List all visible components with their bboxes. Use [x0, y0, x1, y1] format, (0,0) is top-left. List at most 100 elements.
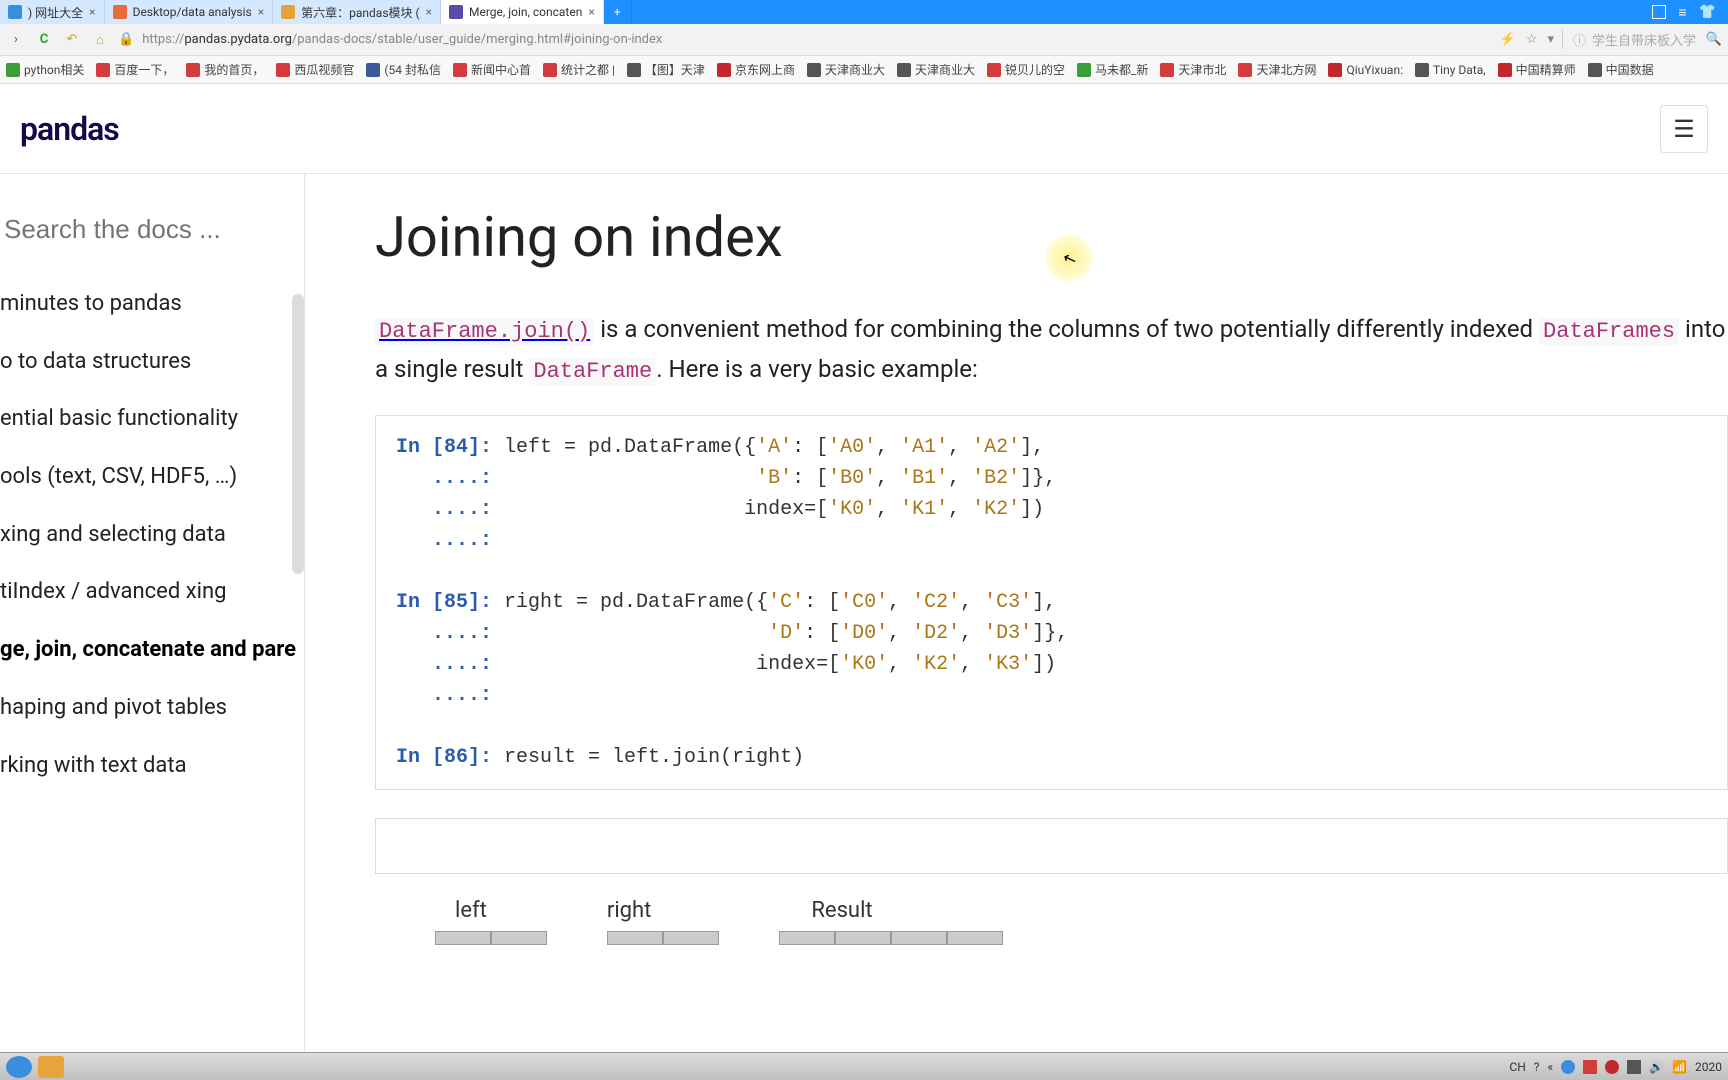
nav-item[interactable]: xing and selecting data [0, 506, 304, 564]
content-area: ↖ Joining on index DataFrame.join() is a… [305, 174, 1728, 1052]
shirt-icon[interactable]: 👕 [1699, 4, 1716, 20]
reload-button[interactable]: C [34, 32, 54, 47]
bookmark-item[interactable]: Tiny Data, [1415, 63, 1486, 77]
code-inline: DataFrames [1539, 318, 1679, 345]
taskbar-app-icon[interactable] [38, 1056, 64, 1078]
tray-icon[interactable] [1561, 1060, 1575, 1074]
bookmark-item[interactable]: 天津商业大 [897, 61, 975, 78]
tray-icon[interactable] [1627, 1060, 1641, 1074]
bookmark-item[interactable]: 京东网上商 [717, 61, 795, 78]
bookmark-item[interactable]: QiuYixuan: [1328, 63, 1403, 77]
intro-paragraph: DataFrame.join() is a convenient method … [375, 310, 1728, 391]
close-icon[interactable]: × [426, 5, 432, 19]
volume-icon[interactable]: 🔊 [1649, 1060, 1664, 1074]
bookmark-label: 锐贝儿的空 [1005, 61, 1065, 78]
star-icon[interactable]: ☆ [1526, 32, 1538, 47]
sidebar-scrollbar[interactable] [292, 294, 304, 574]
start-button[interactable] [6, 1056, 32, 1078]
tab-1[interactable]: Desktop/data analysis × [105, 0, 274, 24]
bookmark-item[interactable]: 西瓜视频官 [276, 61, 354, 78]
nav-item[interactable]: ools (text, CSV, HDF5, …) [0, 448, 304, 506]
favicon [449, 5, 463, 19]
nav-item[interactable]: haping and pivot tables [0, 679, 304, 737]
home-button[interactable]: ⌂ [90, 32, 110, 48]
restore-icon[interactable] [1652, 5, 1666, 19]
network-icon[interactable]: 📶 [1672, 1060, 1687, 1074]
bookmark-icon [543, 63, 557, 77]
windows-taskbar: CH ? « 🔊 📶 2020 [0, 1052, 1728, 1080]
favicon [8, 5, 22, 19]
url-field[interactable]: https://pandas.pydata.org/pandas-docs/st… [142, 32, 1491, 47]
bookmark-item[interactable]: 新闻中心首 [453, 61, 531, 78]
bookmark-item[interactable]: 中国数据 [1588, 61, 1654, 78]
bookmark-label: 百度一下， [114, 61, 174, 78]
browser-search[interactable]: ⓘ 学生自带床板入学 🔍 [1562, 30, 1722, 49]
tray-icon[interactable] [1583, 1060, 1597, 1074]
bookmark-icon [276, 63, 290, 77]
close-icon[interactable]: × [89, 5, 95, 19]
nav-item[interactable]: tiIndex / advanced xing [0, 563, 304, 621]
bookmark-item[interactable]: 天津市北 [1160, 61, 1226, 78]
bookmark-item[interactable]: 统计之都 | [543, 61, 615, 78]
bookmark-item[interactable]: (54 封私信 [366, 61, 441, 78]
clock[interactable]: 2020 [1695, 1060, 1722, 1074]
bookmark-icon [717, 63, 731, 77]
search-docs-input[interactable] [0, 194, 304, 275]
tab-3-active[interactable]: Merge, join, concaten × [441, 0, 604, 24]
tab-2[interactable]: 第六章：pandas模块 ( × [273, 0, 441, 24]
new-tab-button[interactable]: + [604, 0, 632, 24]
bookmark-item[interactable]: python相关 [6, 61, 84, 78]
tab-label: 第六章：pandas模块 ( [301, 4, 419, 21]
hamburger-menu-button[interactable]: ☰ [1660, 105, 1708, 153]
bookmark-label: 中国数据 [1606, 61, 1654, 78]
nav-item[interactable]: o to data structures [0, 333, 304, 391]
tray-chevron-icon[interactable]: « [1547, 1060, 1553, 1074]
nav-item-active[interactable]: ge, join, concatenate and pare [0, 621, 304, 679]
search-icon[interactable]: 🔍 [1706, 32, 1722, 47]
nav-item[interactable]: rking with text data [0, 737, 304, 795]
tray-record-icon[interactable] [1605, 1060, 1619, 1074]
bookmark-item[interactable]: 中国精算师 [1498, 61, 1576, 78]
page-header: pandas ☰ [0, 84, 1728, 174]
bookmark-icon [897, 63, 911, 77]
bookmark-label: python相关 [24, 61, 84, 78]
url-path: /pandas-docs/stable/user_guide/merging.h… [292, 32, 662, 47]
tray-help-icon[interactable]: ? [1534, 1060, 1540, 1074]
undo-button[interactable]: ↶ [62, 32, 82, 47]
bookmark-icon [1588, 63, 1602, 77]
nav-item[interactable]: minutes to pandas [0, 275, 304, 333]
menu-icon[interactable]: ≡ [1678, 4, 1686, 21]
browser-tabstrip: ) 网址大全 × Desktop/data analysis × 第六章：pan… [0, 0, 1728, 24]
close-icon[interactable]: × [258, 5, 264, 19]
dataframe-join-link[interactable]: DataFrame.join() [375, 315, 594, 343]
bookmark-item[interactable]: 天津商业大 [807, 61, 885, 78]
url-scheme: https:// [142, 32, 184, 47]
flash-icon[interactable]: ⚡ [1500, 32, 1516, 47]
bookmark-item[interactable]: 【图】天津 [627, 61, 705, 78]
bookmark-item[interactable]: 锐贝儿的空 [987, 61, 1065, 78]
back-button[interactable]: › [6, 32, 26, 47]
bookmark-label: QiuYixuan: [1346, 63, 1403, 77]
nav-item[interactable]: ential basic functionality [0, 390, 304, 448]
bookmark-item[interactable]: 我的首页， [186, 61, 264, 78]
tab-0[interactable]: ) 网址大全 × [0, 0, 105, 24]
bookmark-icon [186, 63, 200, 77]
bookmark-icon [1238, 63, 1252, 77]
favicon [113, 5, 127, 19]
dropdown-icon[interactable]: ▾ [1547, 32, 1554, 47]
bookmark-item[interactable]: 天津北方网 [1238, 61, 1316, 78]
bookmark-icon [366, 63, 380, 77]
bookmark-label: 天津商业大 [825, 61, 885, 78]
bookmark-item[interactable]: 马未都_新 [1077, 61, 1148, 78]
bookmark-icon [627, 63, 641, 77]
browser-search-placeholder: 学生自带床板入学 [1592, 30, 1696, 49]
bookmark-label: 京东网上商 [735, 61, 795, 78]
bookmark-item[interactable]: 百度一下， [96, 61, 174, 78]
pandas-logo[interactable]: pandas [20, 110, 119, 148]
ime-indicator[interactable]: CH [1509, 1060, 1525, 1074]
bookmark-label: 天津北方网 [1256, 61, 1316, 78]
table-label-left: left [455, 898, 487, 923]
close-icon[interactable]: × [588, 5, 594, 19]
tab-label: ) 网址大全 [28, 4, 83, 21]
bookmark-icon [1498, 63, 1512, 77]
